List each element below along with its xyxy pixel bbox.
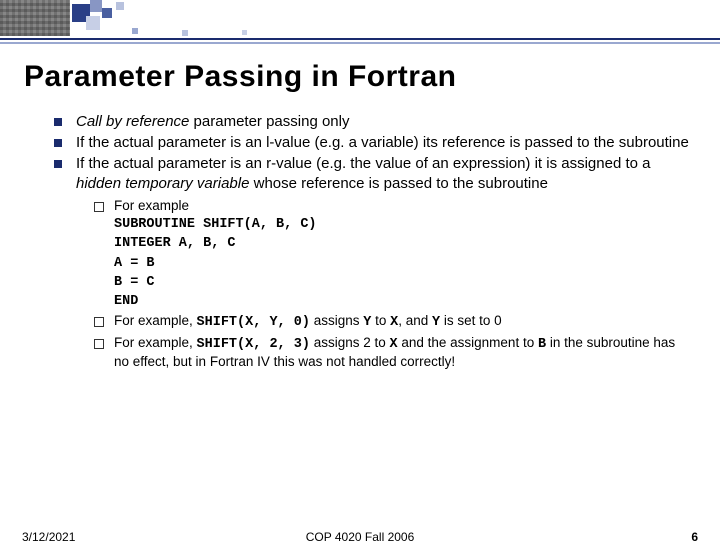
code-line-3: A = B <box>114 256 155 271</box>
s2-code: SHIFT(X, Y, 0) <box>197 315 310 330</box>
s2-x: X <box>390 315 398 330</box>
bullet-1-emph: Call by reference <box>76 113 189 130</box>
bullet-1-rest: parameter passing only <box>189 113 349 130</box>
code-line-5: END <box>114 294 138 309</box>
bullet-list: Call by reference parameter passing only… <box>54 112 690 370</box>
code-line-2: INTEGER A, B, C <box>114 236 236 251</box>
bullet-2: If the actual parameter is an l-value (e… <box>54 133 690 152</box>
header-rule-1 <box>0 38 720 40</box>
s2c: to <box>371 313 390 328</box>
s2d: , and <box>398 313 432 328</box>
slide-content: Call by reference parameter passing only… <box>54 112 690 370</box>
sub-bullet-3: For example, SHIFT(X, 2, 3) assigns 2 to… <box>94 334 690 371</box>
s2b: assigns <box>310 313 363 328</box>
decorative-squares <box>72 0 332 40</box>
s3c: and the assignment to <box>398 335 538 350</box>
sub1-intro: For example <box>114 198 189 213</box>
footer-course: COP 4020 Fall 2006 <box>306 530 415 544</box>
building-graphic <box>0 0 70 36</box>
bullet-3-emph: hidden temporary variable <box>76 175 249 192</box>
s3b: assigns 2 to <box>310 335 390 350</box>
sub-bullet-2: For example, SHIFT(X, Y, 0) assigns Y to… <box>94 312 690 331</box>
s3-B: B <box>538 337 546 352</box>
s3-x: X <box>390 337 398 352</box>
s3a: For example, <box>114 335 197 350</box>
header-decoration <box>0 0 720 46</box>
footer-page-number: 6 <box>691 530 698 544</box>
code-line-4: B = C <box>114 275 155 290</box>
slide-title: Parameter Passing in Fortran <box>24 60 720 94</box>
sub-bullet-list: For example SUBROUTINE SHIFT(A, B, C) IN… <box>94 197 690 370</box>
header-rule-2 <box>0 42 720 44</box>
s3-code: SHIFT(X, 2, 3) <box>197 337 310 352</box>
bullet-3-a: If the actual parameter is an r-value (e… <box>76 155 650 172</box>
s2a: For example, <box>114 313 197 328</box>
code-line-1: SUBROUTINE SHIFT(A, B, C) <box>114 217 317 232</box>
bullet-3-c: whose reference is passed to the subrout… <box>249 175 548 192</box>
bullet-3: If the actual parameter is an r-value (e… <box>54 154 690 370</box>
footer-date: 3/12/2021 <box>22 530 75 544</box>
s2-y2: Y <box>432 315 440 330</box>
bullet-1: Call by reference parameter passing only <box>54 112 690 131</box>
sub-bullet-1: For example SUBROUTINE SHIFT(A, B, C) IN… <box>94 197 690 311</box>
s2e: is set to 0 <box>440 313 502 328</box>
